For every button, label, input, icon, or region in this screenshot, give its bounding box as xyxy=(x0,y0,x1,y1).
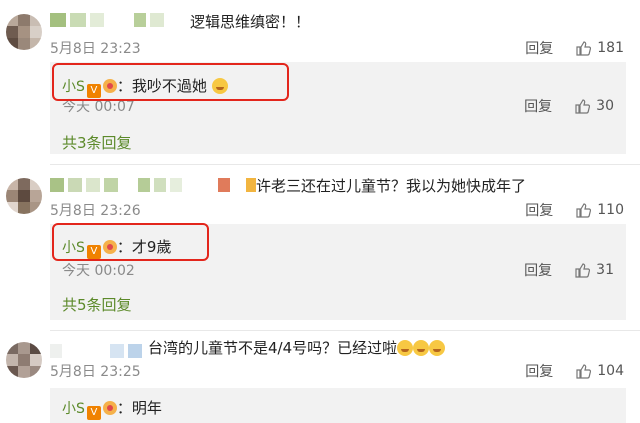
thumb-up-icon xyxy=(576,41,592,56)
reply-text: 明年 xyxy=(131,399,162,417)
comment-text: 许老三还在过儿童节？我以为她快成年了 xyxy=(256,177,527,195)
avatar[interactable] xyxy=(6,14,42,50)
more-replies-link[interactable]: 共3条回复 xyxy=(62,132,132,153)
like-button[interactable]: 110 xyxy=(575,202,624,218)
username-mosaic[interactable] xyxy=(50,178,256,192)
comment-text: 逻辑思维缜密！！ xyxy=(190,13,311,31)
comment-text: 台湾的儿童节不是4/4号吗？已经过啦 xyxy=(148,337,446,358)
comment-actions: 回复 181 xyxy=(525,38,624,58)
avatar[interactable] xyxy=(6,178,42,214)
like-count: 181 xyxy=(597,40,624,56)
divider xyxy=(50,164,640,165)
like-button[interactable]: 30 xyxy=(574,98,614,114)
comment-item: 台湾的儿童节不是4/4号吗？已经过啦 5月8日 23:25 回复 104 小S V… xyxy=(0,332,640,423)
comment-timestamp: 5月8日 23:25 xyxy=(50,364,141,380)
comment-timestamp: 5月8日 23:23 xyxy=(50,41,141,57)
like-count: 110 xyxy=(597,202,624,218)
verified-badge-icon: V xyxy=(86,406,101,420)
more-replies-link[interactable]: 共5条回复 xyxy=(62,294,132,315)
thumb-up-icon xyxy=(575,99,591,114)
comment-item: 逻辑思维缜密！！ 5月8日 23:23 回复 181 小S V ：我吵不過她 今天 … xyxy=(0,0,640,162)
like-count: 31 xyxy=(596,262,614,278)
like-count: 104 xyxy=(597,363,624,379)
highlight-box xyxy=(52,223,209,261)
reply-actions: 回复 31 xyxy=(524,260,614,280)
reply-button[interactable]: 回复 xyxy=(525,361,553,381)
thumb-up-icon xyxy=(575,263,591,278)
comment-actions: 回复 104 xyxy=(525,361,624,381)
thumb-up-icon xyxy=(576,203,592,218)
reply-author[interactable]: 小S xyxy=(62,401,85,417)
avatar[interactable] xyxy=(6,342,42,378)
reply-line: 小S V ：明年 xyxy=(62,399,162,420)
laugh-cry-emoji-icon xyxy=(429,340,446,356)
divider xyxy=(50,330,640,331)
like-button[interactable]: 181 xyxy=(575,40,624,56)
reply-button[interactable]: 回复 xyxy=(524,96,552,116)
laugh-cry-emoji-icon xyxy=(397,340,414,356)
reply-button[interactable]: 回复 xyxy=(525,38,553,58)
reply-actions: 回复 30 xyxy=(524,96,614,116)
reply-box: 小S V ：明年 xyxy=(50,388,626,423)
reply-button[interactable]: 回复 xyxy=(524,260,552,280)
reply-timestamp: 今天 00:02 xyxy=(62,263,135,279)
comment-item: 许老三还在过儿童节？我以为她快成年了 5月8日 23:26 回复 110 小S V… xyxy=(0,166,640,328)
like-button[interactable]: 104 xyxy=(575,363,624,379)
reply-button[interactable]: 回复 xyxy=(525,200,553,220)
highlight-box xyxy=(52,63,289,101)
username-mosaic[interactable] xyxy=(50,344,142,358)
username-mosaic[interactable] xyxy=(50,13,164,27)
like-count: 30 xyxy=(596,98,614,114)
member-badge-icon xyxy=(102,401,117,415)
thumb-up-icon xyxy=(576,364,592,379)
comment-actions: 回复 110 xyxy=(525,200,624,220)
comment-timestamp: 5月8日 23:26 xyxy=(50,203,141,219)
laugh-cry-emoji-icon xyxy=(413,340,430,356)
like-button[interactable]: 31 xyxy=(574,262,614,278)
